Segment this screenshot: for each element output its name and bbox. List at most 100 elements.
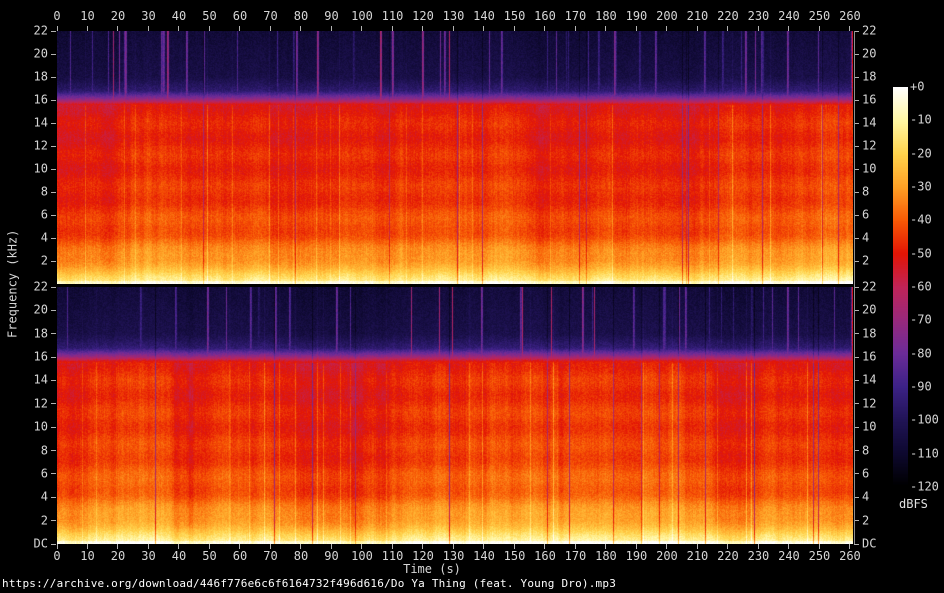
db-tick-label: -120 — [910, 479, 939, 494]
colorbar-gradient — [893, 87, 908, 487]
time-tick-label: 70 — [263, 9, 278, 23]
colorbar-unit-label: dBFS — [899, 497, 928, 511]
freq-tick-label: 20 — [33, 302, 48, 317]
time-tick-label: 30 — [141, 549, 156, 563]
time-tick-label: 30 — [141, 9, 156, 23]
freq-tick-label: 16 — [33, 349, 48, 364]
time-tick-top — [239, 26, 241, 31]
freq-tick-label: 6 — [40, 466, 48, 481]
freq-tick-left — [51, 543, 56, 545]
x-axis-title: Time (s) — [403, 562, 461, 576]
time-tick-label: 190 — [625, 549, 648, 563]
freq-tick-label: 20 — [33, 46, 48, 61]
time-tick-label: 50 — [202, 9, 217, 23]
freq-tick-left — [51, 76, 56, 78]
time-tick-label: 90 — [324, 9, 339, 23]
db-tick-label: -110 — [910, 446, 939, 461]
freq-tick-label: 12 — [862, 396, 877, 411]
freq-tick-left — [51, 168, 56, 170]
time-tick-label: 240 — [778, 549, 800, 563]
time-tick-label: 70 — [263, 549, 278, 563]
freq-tick-left — [51, 99, 56, 101]
freq-tick-label: 16 — [33, 92, 48, 107]
db-tick-label: -60 — [910, 279, 932, 294]
freq-tick-left — [51, 53, 56, 55]
time-tick-label: 250 — [808, 9, 831, 23]
freq-tick-label: 2 — [862, 253, 870, 268]
time-tick-top — [635, 26, 637, 31]
freq-tick-label: 8 — [40, 443, 48, 458]
freq-tick-left — [51, 426, 56, 428]
freq-dc-label: DC — [33, 536, 48, 551]
time-tick-label: 200 — [656, 549, 678, 563]
freq-tick-label: 10 — [33, 419, 48, 434]
freq-tick-label: 4 — [862, 489, 870, 504]
db-tick-label: -70 — [910, 312, 932, 327]
time-tick-label: 0 — [53, 9, 61, 23]
freq-tick-label: 10 — [862, 161, 877, 176]
time-tick-top — [483, 26, 485, 31]
freq-tick-left — [51, 145, 56, 147]
freq-tick-label: 14 — [862, 115, 877, 130]
time-tick-label: 210 — [686, 9, 709, 23]
time-tick-top — [117, 26, 119, 31]
time-tick-label: 80 — [293, 549, 309, 563]
freq-tick-left — [51, 309, 56, 311]
time-tick-top — [696, 26, 698, 31]
db-tick-label: -90 — [910, 379, 932, 394]
time-tick-top — [757, 26, 759, 31]
freq-tick-label: 4 — [40, 230, 48, 245]
time-tick-label: 150 — [503, 9, 526, 23]
time-tick-label: 90 — [324, 549, 339, 563]
time-tick-top — [330, 26, 332, 31]
freq-tick-left — [51, 191, 56, 193]
freq-tick-label: 2 — [862, 513, 870, 528]
time-tick-top — [208, 26, 210, 31]
freq-tick-label: 16 — [862, 92, 877, 107]
time-tick-top — [178, 26, 180, 31]
time-tick-label: 240 — [778, 9, 800, 23]
time-tick-label: 170 — [564, 549, 587, 563]
right-axis-spine — [854, 31, 855, 544]
freq-tick-left — [51, 356, 56, 358]
time-tick-label: 100 — [351, 9, 373, 23]
db-tick-label: -100 — [910, 412, 939, 427]
time-tick-top — [666, 26, 668, 31]
freq-tick-left — [51, 403, 56, 405]
time-tick-top — [544, 26, 546, 31]
freq-tick-label: 12 — [862, 138, 877, 153]
time-tick-label: 100 — [351, 549, 373, 563]
freq-tick-label: 22 — [862, 279, 877, 294]
time-tick-top — [818, 26, 820, 31]
time-tick-label: 200 — [656, 9, 678, 23]
time-tick-label: 160 — [534, 9, 556, 23]
time-tick-label: 260 — [839, 549, 861, 563]
file-url: https://archive.org/download/446f776e6c6… — [2, 577, 617, 590]
time-tick-label: 120 — [412, 9, 434, 23]
freq-tick-label: 18 — [862, 69, 877, 84]
db-tick-label: +0 — [910, 79, 925, 94]
freq-tick-left — [51, 122, 56, 124]
time-tick-label: 60 — [232, 9, 248, 23]
time-tick-label: 0 — [53, 549, 61, 563]
db-tick-label: -10 — [910, 112, 932, 127]
time-tick-top — [391, 26, 393, 31]
time-tick-top — [788, 26, 790, 31]
db-tick-label: -80 — [910, 346, 932, 361]
freq-tick-label: 22 — [33, 279, 48, 294]
freq-tick-label: 10 — [33, 161, 48, 176]
spectrogram-channel-1 — [57, 31, 853, 284]
time-tick-label: 20 — [110, 9, 126, 23]
db-tick-label: -50 — [910, 246, 932, 261]
freq-tick-left — [51, 260, 56, 262]
freq-tick-label: 22 — [862, 23, 877, 38]
time-tick-top — [86, 26, 88, 31]
freq-tick-label: 12 — [33, 396, 48, 411]
freq-tick-label: 8 — [862, 184, 870, 199]
time-tick-label: 220 — [717, 9, 739, 23]
freq-tick-left — [51, 450, 56, 452]
freq-tick-label: 20 — [862, 302, 877, 317]
freq-tick-left — [51, 30, 56, 32]
freq-tick-label: 8 — [40, 184, 48, 199]
time-tick-label: 230 — [747, 9, 770, 23]
